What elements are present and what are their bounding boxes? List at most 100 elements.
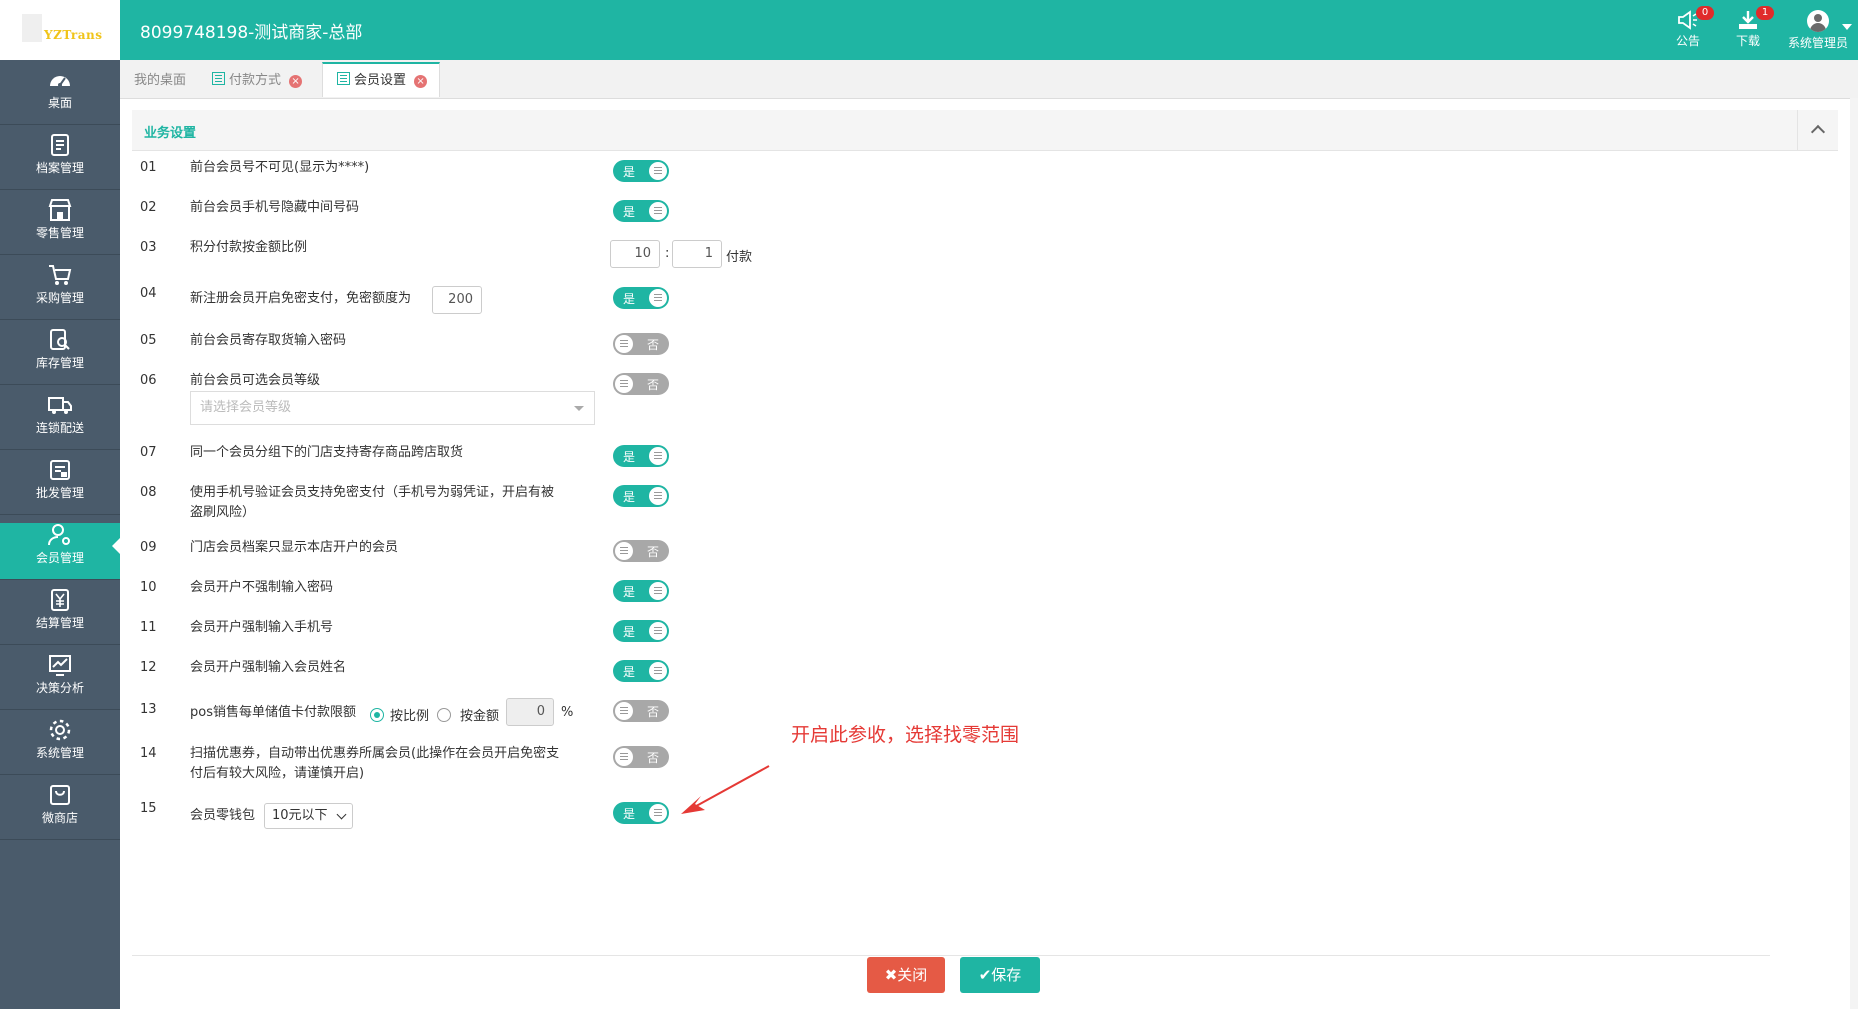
sidebar-item-analysis[interactable]: 决策分析: [0, 653, 120, 710]
annotation-text: 开启此参收，选择找零范围: [791, 724, 1020, 746]
setting-toggle[interactable]: 是: [613, 580, 669, 602]
sidebar-item-label: 会员管理: [35, 551, 84, 565]
setting-row: 03 积分付款按金额比例 10 : 1 付款: [132, 240, 1032, 274]
setting-row: 02 前台会员手机号隐藏中间号码 是: [132, 200, 1032, 230]
cart-icon: [49, 265, 72, 285]
toggle-knob: [649, 582, 667, 600]
toggle-label: 是: [623, 665, 636, 679]
row-number: 08: [140, 485, 157, 500]
sidebar-item-label: 零售管理: [35, 226, 84, 240]
tab-label: 付款方式: [229, 73, 282, 88]
setting-toggle[interactable]: 否: [613, 746, 669, 768]
tab-payment-method[interactable]: 付款方式 ×: [212, 64, 312, 98]
ratio-right-input[interactable]: 1: [672, 240, 722, 268]
row-number: 15: [140, 801, 157, 816]
toggle-label: 是: [623, 807, 636, 821]
sidebar-item-inventory[interactable]: 库存管理: [0, 328, 120, 385]
setting-toggle[interactable]: 是: [613, 445, 669, 467]
member-level-select[interactable]: 请选择会员等级: [190, 391, 595, 425]
download-label: 下载: [1735, 34, 1760, 48]
setting-row: 08 使用手机号验证会员支持免密支付（手机号为弱凭证，开启有被 盗刷风险） 是: [132, 485, 1032, 531]
setting-toggle[interactable]: 否: [613, 333, 669, 355]
sidebar-item-archive[interactable]: 档案管理: [0, 133, 120, 190]
announcement-button[interactable]: 公告 0: [1658, 6, 1718, 49]
row-number: 04: [140, 286, 157, 301]
announcement-label: 公告: [1675, 34, 1700, 48]
change-range-select[interactable]: 10元以下: [264, 803, 353, 829]
sidebar-item-settlement[interactable]: 结算管理: [0, 588, 120, 645]
ratio-radio-label: 按比例: [390, 709, 430, 724]
truck-icon: [48, 397, 72, 414]
sidebar-item-wholesale[interactable]: 批发管理: [0, 458, 120, 515]
amount-radio[interactable]: [437, 708, 451, 722]
setting-toggle[interactable]: 是: [613, 802, 669, 824]
sidebar-item-mini-store[interactable]: 微商店: [0, 783, 120, 840]
toggle-knob: [649, 162, 667, 180]
sidebar-item-label: 系统管理: [35, 746, 84, 760]
app-title: 8099748198-测试商家-总部: [140, 23, 363, 43]
setting-toggle[interactable]: 是: [613, 485, 669, 507]
row-number: 09: [140, 540, 157, 555]
footer-divider: [132, 955, 1770, 956]
panel-title: 业务设置: [144, 126, 197, 141]
inventory-icon: [50, 329, 70, 350]
setting-toggle[interactable]: 否: [613, 373, 669, 395]
amount-input[interactable]: 200: [432, 286, 482, 314]
setting-toggle[interactable]: 否: [613, 700, 669, 722]
save-button[interactable]: ✔保存: [960, 957, 1040, 993]
setting-toggle[interactable]: 是: [613, 620, 669, 642]
setting-row: 11 会员开户强制输入手机号 是: [132, 620, 1032, 650]
setting-label: 扫描优惠券，自动带出优惠券所属会员(此操作在会员开启免密支 付后有较大风险，请谨…: [190, 744, 559, 784]
toggle-knob: [615, 748, 633, 766]
setting-toggle[interactable]: 是: [613, 200, 669, 222]
sidebar-item-retail[interactable]: 零售管理: [0, 198, 120, 255]
setting-toggle[interactable]: 是: [613, 160, 669, 182]
setting-label: 会员开户强制输入会员姓名: [190, 660, 347, 675]
download-button[interactable]: 下载 1: [1718, 6, 1778, 49]
document-icon: [337, 72, 350, 85]
percent-input[interactable]: 0: [506, 698, 554, 726]
sidebar-item-member[interactable]: 会员管理: [0, 523, 120, 580]
chevron-down-icon: [1842, 24, 1852, 30]
toggle-knob: [649, 662, 667, 680]
setting-label: 前台会员号不可见(显示为****): [190, 160, 370, 175]
sidebar-item-delivery[interactable]: 连锁配送: [0, 393, 120, 450]
close-button[interactable]: ✖关闭: [867, 957, 945, 993]
tab-member-settings[interactable]: 会员设置 ×: [322, 62, 440, 97]
row-number: 01: [140, 160, 157, 175]
sidebar-item-purchase[interactable]: 采购管理: [0, 263, 120, 320]
setting-toggle[interactable]: 是: [613, 287, 669, 309]
row-number: 05: [140, 333, 157, 348]
toggle-label: 是: [623, 292, 636, 306]
toggle-label: 否: [646, 705, 659, 719]
close-icon[interactable]: ×: [289, 75, 303, 88]
setting-toggle[interactable]: 否: [613, 540, 669, 562]
active-pointer: [112, 538, 120, 554]
store-icon: [48, 199, 72, 221]
setting-row: 06 前台会员可选会员等级 否 请选择会员等级: [132, 373, 1032, 429]
ratio-left-input[interactable]: 10: [610, 240, 660, 268]
user-menu[interactable]: 系统管理员: [1778, 6, 1858, 51]
toggle-label: 是: [623, 625, 636, 639]
logo[interactable]: YZTrans: [0, 0, 120, 60]
sidebar-item-system[interactable]: 系统管理: [0, 718, 120, 775]
chevron-up-icon[interactable]: [1797, 110, 1838, 150]
toggle-knob: [649, 202, 667, 220]
close-icon[interactable]: ×: [414, 75, 428, 88]
sidebar-item-label: 桌面: [47, 96, 72, 110]
chevron-down-icon: [336, 809, 347, 820]
sidebar-item-label: 微商店: [41, 811, 78, 825]
archive-icon: [51, 134, 69, 156]
tab-label: 会员设置: [354, 73, 407, 88]
sidebar-item-desktop[interactable]: 桌面: [0, 68, 120, 125]
toggle-knob: [649, 804, 667, 822]
setting-row: 05 前台会员寄存取货输入密码 否: [132, 333, 1032, 363]
setting-row: 01 前台会员号不可见(显示为****) 是: [132, 160, 1032, 190]
tab-my-desktop[interactable]: 我的桌面: [134, 64, 200, 98]
bag-icon: [50, 785, 70, 805]
setting-toggle[interactable]: 是: [613, 660, 669, 682]
setting-label: 门店会员档案只显示本店开户的会员: [190, 540, 399, 555]
toggle-label: 否: [646, 751, 659, 765]
scrollbar[interactable]: [1850, 98, 1858, 1009]
ratio-radio[interactable]: [370, 708, 384, 722]
